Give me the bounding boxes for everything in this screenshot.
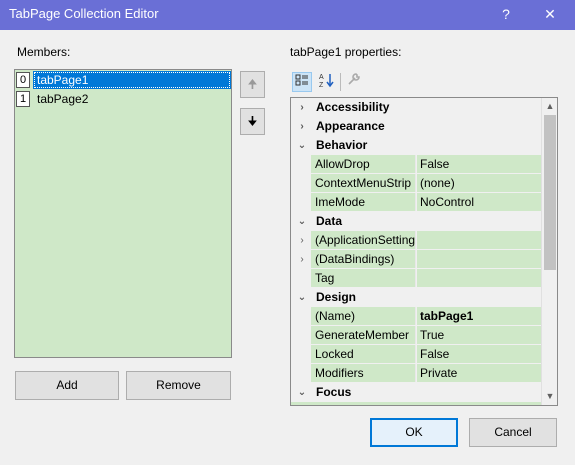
category-row[interactable]: › Appearance xyxy=(291,117,541,136)
toolbar-separator xyxy=(340,73,341,91)
alphabetical-icon[interactable]: A Z xyxy=(316,72,336,92)
properties-label: tabPage1 properties: xyxy=(290,45,402,59)
chevron-down-icon[interactable]: ⌄ xyxy=(295,212,309,231)
property-row[interactable]: › (ApplicationSettings) xyxy=(291,231,541,250)
cancel-button[interactable]: Cancel xyxy=(469,418,557,447)
property-grid[interactable]: ⌄ Focus Modifiers Private Locked False Generat… xyxy=(290,97,558,406)
member-index: 1 xyxy=(16,91,30,107)
chevron-down-icon[interactable]: ⌄ xyxy=(295,288,309,307)
property-value[interactable]: False xyxy=(417,345,541,363)
wrench-glyph xyxy=(348,73,360,85)
property-value[interactable]: True xyxy=(417,326,541,344)
add-button[interactable]: Add xyxy=(15,371,119,400)
property-value[interactable] xyxy=(417,269,541,287)
remove-button[interactable]: Remove xyxy=(126,371,231,400)
category-label: Design xyxy=(316,290,357,304)
arrow-down-icon: 🠋 xyxy=(247,114,258,128)
property-name: (Name) xyxy=(311,307,416,325)
property-name: Locked xyxy=(311,345,416,363)
property-name: (DataBindings) xyxy=(311,250,416,268)
property-grid-scrollbar[interactable]: ▲ ▼ xyxy=(541,98,557,405)
wrench-icon[interactable] xyxy=(344,72,364,92)
chevron-right-icon[interactable]: › xyxy=(295,231,309,250)
category-label: Appearance xyxy=(316,119,385,133)
category-label: Focus xyxy=(316,385,352,399)
title-bar: TabPage Collection Editor ? ✕ xyxy=(0,0,575,30)
category-row[interactable]: ⌄ Behavior xyxy=(291,136,541,155)
list-item[interactable]: 1 tabPage2 xyxy=(16,90,231,108)
property-name: Tag xyxy=(311,269,416,287)
member-name: tabPage2 xyxy=(37,92,89,106)
arrow-up-icon: 🠉 xyxy=(247,77,258,91)
category-row[interactable]: ⌄ Focus xyxy=(291,383,541,402)
chevron-right-icon[interactable]: › xyxy=(295,117,309,136)
property-row[interactable]: (Name) tabPage1 xyxy=(291,307,541,326)
scroll-thumb[interactable] xyxy=(544,115,556,270)
category-label: Accessibility xyxy=(316,100,390,114)
property-value[interactable]: tabPage1 xyxy=(417,307,541,325)
property-row[interactable]: ImeMode NoControl xyxy=(291,193,541,212)
property-name: (ApplicationSettings) xyxy=(311,231,416,249)
alphabetical-glyph: A Z xyxy=(319,74,334,89)
property-name: AllowDrop xyxy=(311,155,416,173)
property-name: GenerateMember xyxy=(311,326,416,344)
close-button[interactable]: ✕ xyxy=(530,0,570,30)
list-item[interactable]: 0 tabPage1 xyxy=(16,71,231,89)
move-up-button[interactable]: 🠉 xyxy=(240,71,265,98)
chevron-down-icon[interactable]: ⌄ xyxy=(295,136,309,155)
property-value[interactable]: NoControl xyxy=(417,193,541,211)
property-name: ContextMenuStrip xyxy=(311,174,416,192)
ok-button[interactable]: OK xyxy=(370,418,458,447)
member-index: 0 xyxy=(16,72,30,88)
collection-editor-window: TabPage Collection Editor ? ✕ Members: 0… xyxy=(0,0,575,465)
property-value[interactable]: False xyxy=(417,155,541,173)
help-button[interactable]: ? xyxy=(486,0,526,30)
svg-text:Z: Z xyxy=(319,82,324,88)
svg-text:A: A xyxy=(319,74,324,81)
property-name: ImeMode xyxy=(311,193,416,211)
move-down-button[interactable]: 🠋 xyxy=(240,108,265,135)
category-label: Data xyxy=(316,214,343,228)
property-row[interactable]: › (DataBindings) xyxy=(291,250,541,269)
property-name: Modifiers xyxy=(311,364,416,382)
property-row[interactable]: Modifiers Private xyxy=(291,364,541,383)
property-value[interactable] xyxy=(417,231,541,249)
category-label: Behavior xyxy=(316,138,368,152)
members-label: Members: xyxy=(17,45,71,59)
categorized-glyph xyxy=(295,74,308,86)
members-list[interactable]: 0 tabPage1 1 tabPage2 xyxy=(14,69,232,358)
property-row[interactable]: AllowDrop False xyxy=(291,155,541,174)
chevron-down-icon[interactable]: ⌄ xyxy=(295,383,309,402)
scroll-up-icon[interactable]: ▲ xyxy=(542,98,557,115)
chevron-right-icon[interactable]: › xyxy=(295,98,309,117)
category-row[interactable]: ⌄ Design xyxy=(291,288,541,307)
category-row[interactable]: ⌄ Data xyxy=(291,212,541,231)
chevron-right-icon[interactable]: › xyxy=(295,250,309,269)
category-row[interactable]: › Accessibility xyxy=(291,98,541,117)
scroll-down-icon[interactable]: ▼ xyxy=(542,388,557,405)
property-row[interactable]: Tag xyxy=(291,269,541,288)
property-value[interactable]: Private xyxy=(417,364,541,382)
property-value[interactable] xyxy=(417,250,541,268)
property-row[interactable]: GenerateMember True xyxy=(291,326,541,345)
categorized-icon[interactable] xyxy=(292,72,312,92)
property-row[interactable]: Locked False xyxy=(291,345,541,364)
window-title: TabPage Collection Editor xyxy=(9,6,159,21)
property-value[interactable]: (none) xyxy=(417,174,541,192)
member-name: tabPage1 xyxy=(33,71,231,89)
property-row[interactable]: ContextMenuStrip (none) xyxy=(291,174,541,193)
